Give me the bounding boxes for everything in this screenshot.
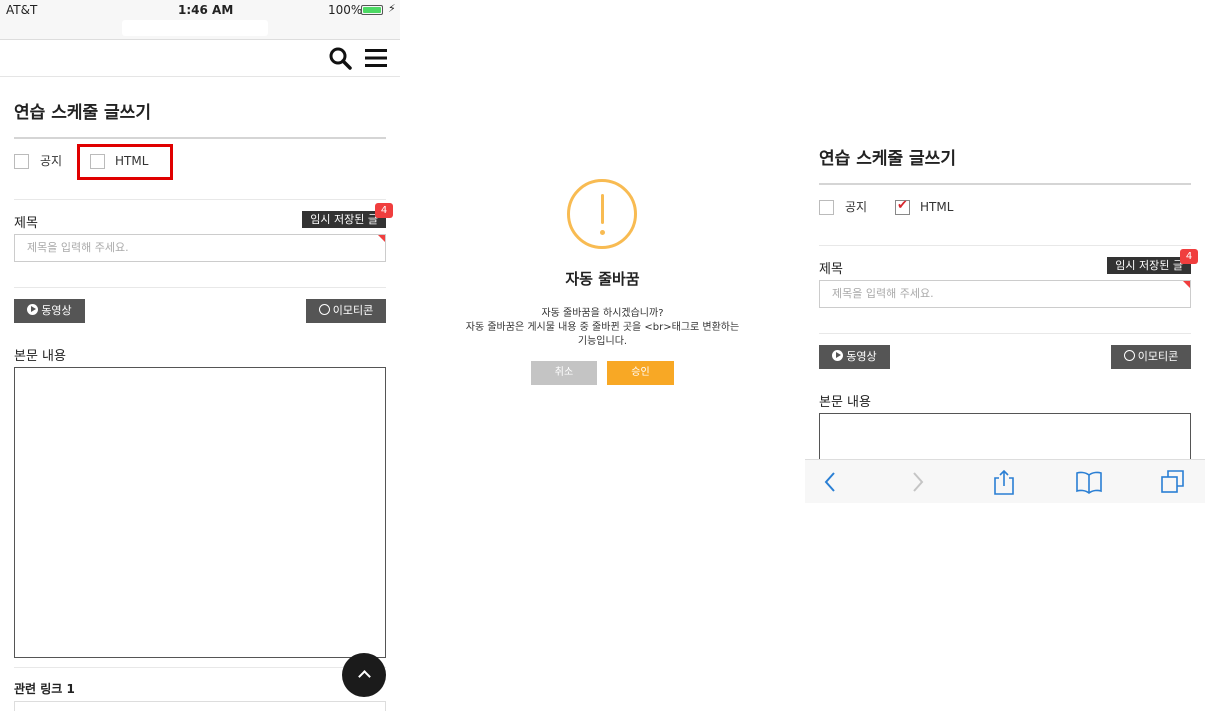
back-icon[interactable] (817, 468, 845, 496)
dialog-title: 자동 줄바꿈 (565, 270, 640, 288)
subject-placeholder: 제목을 입력해 주세요. (27, 241, 129, 254)
emoticon-button[interactable]: 이모티콘 (306, 299, 386, 323)
html-label: HTML (920, 200, 954, 214)
confirm-button[interactable]: 승인 (607, 361, 674, 385)
title-divider (14, 137, 386, 139)
subject-input[interactable]: 제목을 입력해 주세요. (14, 234, 386, 262)
notice-label: 공지 (40, 154, 63, 168)
subject-placeholder: 제목을 입력해 주세요. (832, 287, 934, 300)
charging-icon: ⚡ (388, 2, 396, 15)
status-bar: AT&T 1:46 AM 100% ⚡ (0, 0, 400, 20)
video-button-label: 동영상 (41, 304, 72, 317)
divider (14, 199, 386, 200)
subject-input[interactable]: 제목을 입력해 주세요. (819, 280, 1191, 308)
temp-saved-count-badge: 4 (1180, 249, 1198, 264)
subject-label: 제목 (819, 262, 843, 277)
forward-icon[interactable] (903, 468, 931, 496)
dialog-message-line3: 기능입니다. (577, 336, 628, 347)
dialog-message-line1: 자동 줄바꿈을 하시겠습니까? (541, 308, 664, 319)
emoticon-button-label: 이모티콘 (332, 304, 374, 317)
video-button[interactable]: 동영상 (819, 345, 890, 369)
top-nav (0, 40, 400, 77)
required-marker (378, 235, 385, 242)
emoticon-button-label: 이모티콘 (1137, 350, 1179, 363)
divider (14, 667, 386, 668)
hamburger-menu-icon[interactable] (365, 48, 387, 68)
option-row: 공지 HTML (14, 154, 386, 174)
tabs-icon[interactable] (1159, 468, 1187, 496)
emoticon-button[interactable]: 이모티콘 (1111, 345, 1191, 369)
temp-saved-count-badge: 4 (375, 203, 393, 218)
left-screen: AT&T 1:46 AM 100% ⚡ 연습 스케줄 글쓰기 공지 HTML 제… (0, 0, 400, 711)
html-checkbox[interactable] (895, 198, 910, 215)
divider (819, 245, 1191, 246)
temp-saved-button[interactable]: 임시 저장된 글 (1107, 257, 1191, 274)
related-link-input[interactable] (14, 701, 386, 711)
page-title: 연습 스케줄 글쓰기 (819, 149, 956, 169)
clock-text: 1:46 AM (178, 3, 234, 17)
divider (819, 333, 1191, 334)
warning-icon (567, 179, 637, 249)
video-button[interactable]: 동영상 (14, 299, 85, 323)
smile-icon (318, 304, 330, 315)
carrier-text: AT&T (6, 3, 38, 17)
subject-label: 제목 (14, 216, 38, 231)
temp-saved-button[interactable]: 임시 저장된 글 (302, 211, 386, 228)
divider (14, 287, 386, 288)
right-screen: 연습 스케줄 글쓰기 공지 HTML 제목 임시 저장된 글 4 제목을 입력해… (805, 0, 1205, 711)
write-form: 연습 스케줄 글쓰기 공지 HTML 제목 임시 저장된 글 4 제목을 입력해… (14, 100, 393, 711)
browser-toolbar (805, 459, 1205, 503)
option-row: 공지 HTML (819, 198, 1191, 220)
html-option-highlight (77, 144, 173, 180)
notice-checkbox[interactable] (14, 154, 29, 169)
confirm-dialog: 자동 줄바꿈 자동 줄바꿈을 하시겠습니까? 자동 줄바꿈은 게시물 내용 중 … (400, 0, 805, 711)
video-button-label: 동영상 (846, 350, 877, 363)
url-field[interactable] (122, 20, 268, 36)
required-marker (1183, 281, 1190, 288)
address-bar[interactable] (0, 20, 400, 40)
write-form: 연습 스케줄 글쓰기 공지 HTML 제목 임시 저장된 글 4 제목을 입력해… (819, 146, 1198, 473)
battery-icon (361, 5, 383, 15)
scroll-to-top-button[interactable] (342, 653, 386, 697)
bookmarks-icon[interactable] (1075, 468, 1103, 496)
notice-checkbox[interactable] (819, 200, 834, 215)
page-title: 연습 스케줄 글쓰기 (14, 103, 151, 123)
share-icon[interactable] (990, 468, 1018, 496)
cancel-button[interactable]: 취소 (531, 361, 597, 385)
play-icon (27, 304, 39, 315)
related-link-label: 관련 링크 1 (14, 682, 75, 696)
dialog-message-line2: 자동 줄바꿈은 게시물 내용 중 줄바뀐 곳을 <br>태그로 변환하는 (465, 322, 740, 333)
title-divider (819, 183, 1191, 185)
body-textarea[interactable] (14, 367, 386, 658)
notice-label: 공지 (845, 200, 868, 214)
search-icon[interactable] (328, 46, 352, 70)
body-label: 본문 내용 (14, 349, 66, 364)
play-icon (832, 350, 844, 361)
smile-icon (1123, 350, 1135, 361)
body-label: 본문 내용 (819, 395, 871, 410)
battery-percent: 100% (328, 3, 363, 17)
